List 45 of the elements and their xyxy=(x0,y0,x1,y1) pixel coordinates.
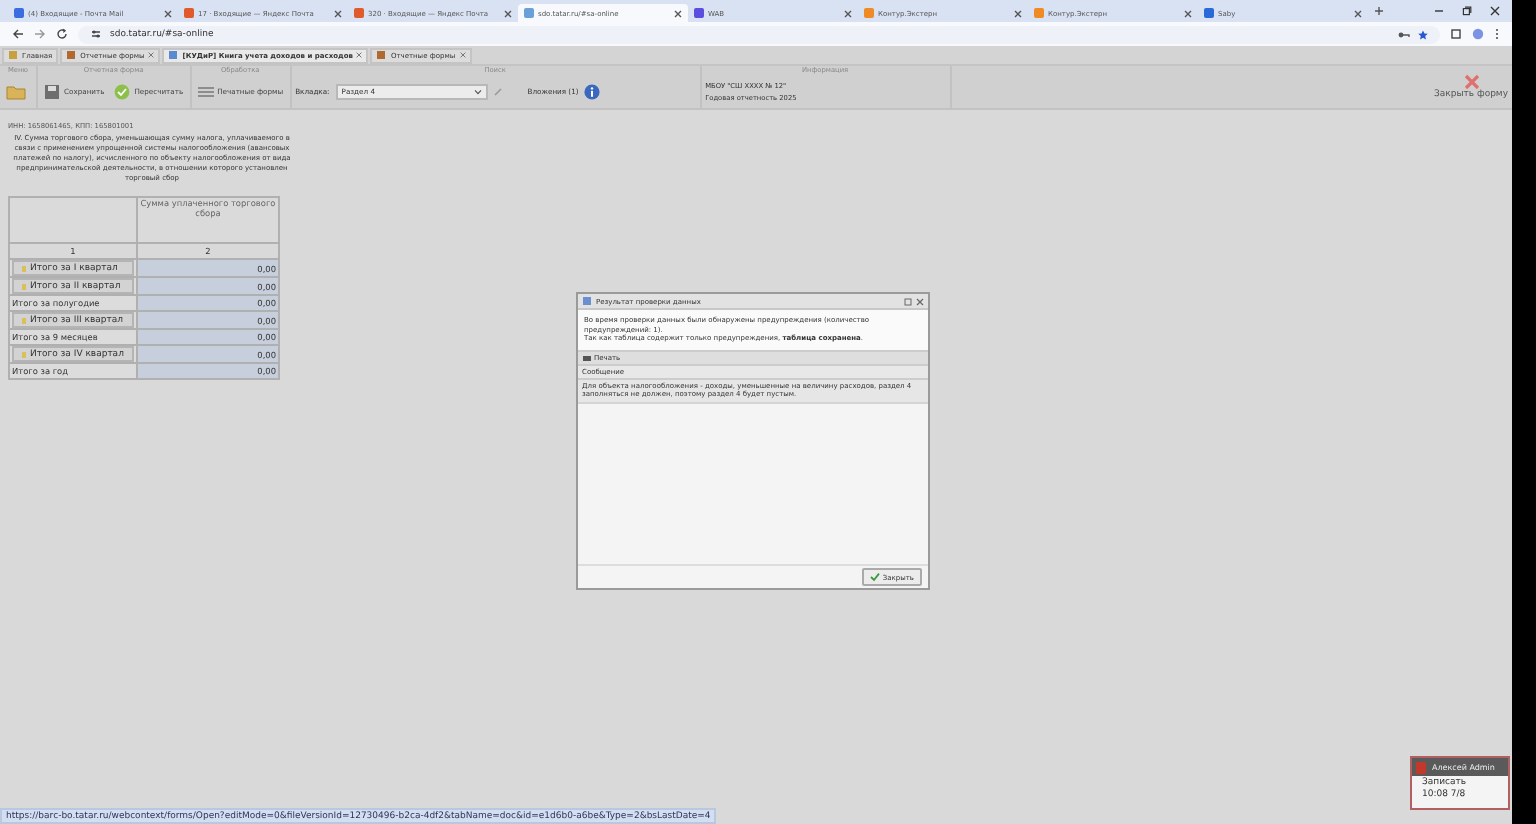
site-icon xyxy=(864,8,874,18)
document-icon xyxy=(168,50,179,60)
close-icon[interactable] xyxy=(1354,9,1362,17)
new-tab-icon[interactable] xyxy=(1374,6,1384,16)
profile-icon[interactable] xyxy=(1472,28,1484,40)
site-icon xyxy=(354,8,364,18)
extensions-icon[interactable] xyxy=(1450,28,1462,40)
site-icon xyxy=(184,8,194,18)
close-icon[interactable] xyxy=(1014,9,1022,17)
close-icon[interactable] xyxy=(844,9,852,17)
site-icon xyxy=(524,8,534,18)
close-icon[interactable] xyxy=(916,297,924,305)
forward-icon[interactable] xyxy=(34,28,46,40)
site-icon xyxy=(14,8,24,18)
floppy-icon xyxy=(44,84,60,100)
check-icon xyxy=(870,572,881,582)
maximize-icon[interactable] xyxy=(904,297,912,305)
reload-icon[interactable] xyxy=(56,28,68,40)
home-icon xyxy=(8,50,18,60)
key-icon[interactable] xyxy=(1398,29,1410,39)
list-icon xyxy=(197,86,214,98)
back-icon[interactable] xyxy=(12,28,24,40)
close-icon[interactable] xyxy=(504,9,512,17)
info-icon[interactable] xyxy=(584,84,601,100)
minimize-icon[interactable] xyxy=(1434,6,1444,16)
close-icon xyxy=(1463,74,1479,90)
site-icon xyxy=(1034,8,1044,18)
close-icon[interactable] xyxy=(1490,6,1500,16)
site-info-icon[interactable] xyxy=(90,28,102,40)
restore-icon[interactable] xyxy=(1462,6,1472,16)
close-icon[interactable] xyxy=(1184,9,1192,17)
close-icon[interactable] xyxy=(674,9,682,17)
caret-icon xyxy=(473,88,482,96)
star-icon[interactable] xyxy=(1418,29,1428,39)
app-icon xyxy=(582,296,592,306)
app-icon xyxy=(1416,761,1426,773)
printer-icon xyxy=(582,353,592,361)
document-icon xyxy=(376,50,387,60)
site-icon xyxy=(694,8,704,18)
close-icon[interactable] xyxy=(334,9,342,17)
check-icon xyxy=(114,84,131,100)
close-icon[interactable] xyxy=(164,9,172,17)
site-icon xyxy=(1204,8,1214,18)
folder-icon xyxy=(6,84,26,100)
document-icon xyxy=(66,50,77,60)
